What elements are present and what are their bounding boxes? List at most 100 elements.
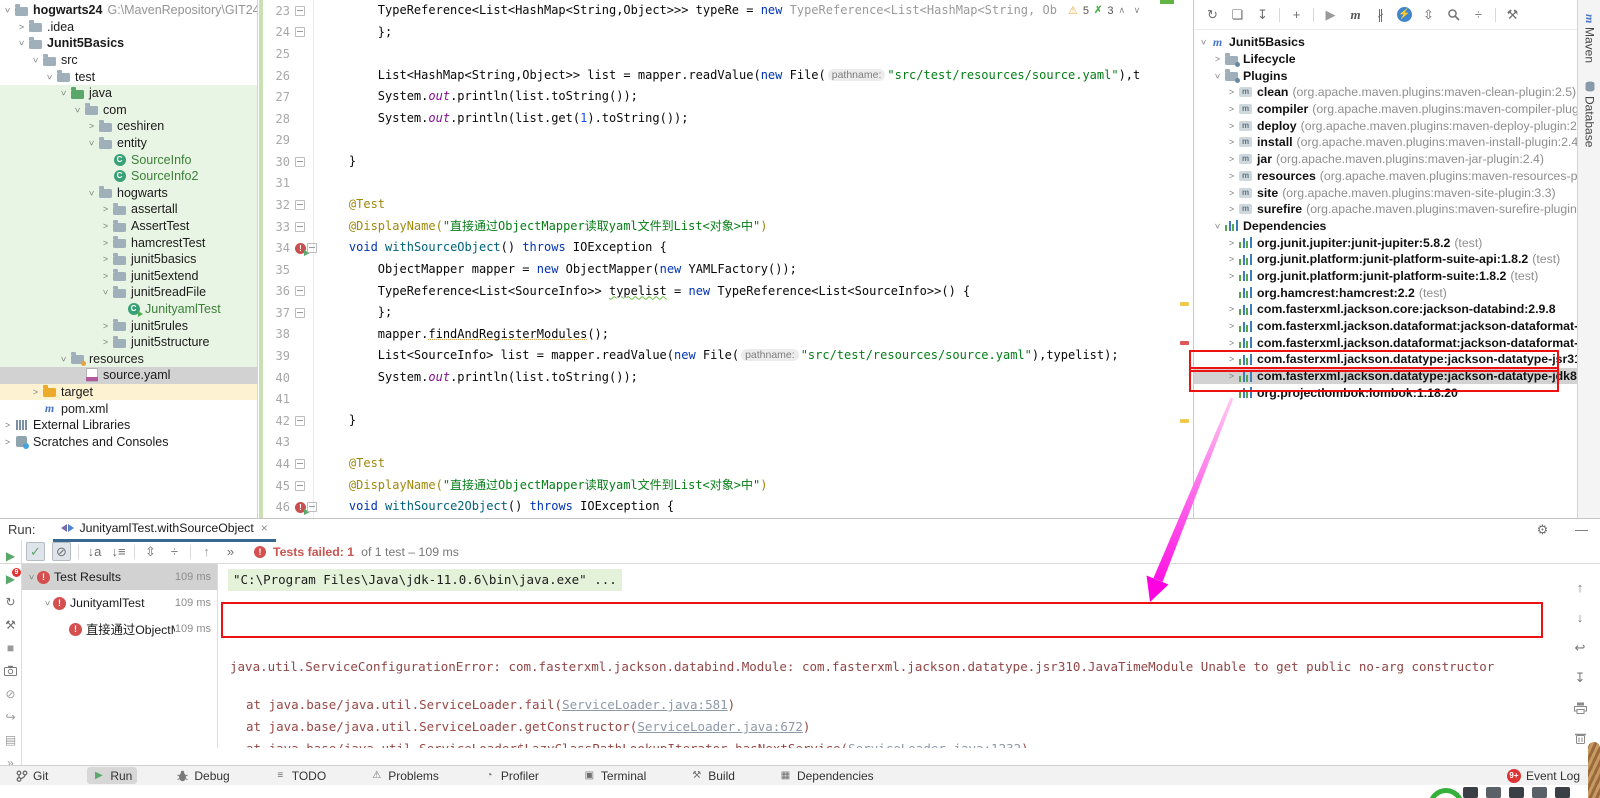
maven-tree-item[interactable]: > m deploy (org.apache.maven.plugins:maven-… <box>1194 117 1577 134</box>
fold-icon[interactable] <box>307 243 317 254</box>
editor-line[interactable]: 32 @Test <box>258 194 1192 216</box>
project-tree-item[interactable]: > ceshiren <box>0 118 257 135</box>
chevron-down-icon[interactable]: > <box>59 353 69 364</box>
chevron-right-icon[interactable]: > <box>1226 354 1237 364</box>
editor-line[interactable]: 28 System.out.println(list.get(1).toStri… <box>258 108 1192 130</box>
project-tree-item[interactable]: > .idea <box>0 19 257 36</box>
download-sources-icon[interactable]: ↧ <box>1254 6 1271 23</box>
project-tree-item[interactable]: C SourceInfo2 <box>0 167 257 185</box>
collapse-all-icon[interactable]: ÷ <box>166 543 183 560</box>
chevron-right-icon[interactable]: > <box>1226 338 1237 348</box>
chevron-right-icon[interactable]: > <box>1226 238 1237 248</box>
more-options-icon[interactable]: » <box>222 543 239 560</box>
todo-icon[interactable]: ≡ <box>274 769 287 782</box>
fold-icon[interactable] <box>295 27 305 38</box>
git-icon[interactable] <box>15 769 28 782</box>
close-icon[interactable]: × <box>261 521 268 535</box>
editor-line[interactable]: 36 TypeReference<List<SourceInfo>> typel… <box>258 281 1192 303</box>
maven-tree-item[interactable]: > m jar (org.apache.maven.plugins:maven-jar… <box>1194 151 1577 168</box>
chevron-right-icon[interactable]: > <box>1226 137 1237 147</box>
chevron-right-icon[interactable]: > <box>1226 104 1237 114</box>
editor-line[interactable]: 43 <box>258 432 1192 454</box>
minimize-icon[interactable]: — <box>1573 521 1590 538</box>
editor-line[interactable]: 35 ObjectMapper mapper = new ObjectMappe… <box>258 259 1192 281</box>
execute-maven-goal-icon[interactable]: m <box>1347 6 1364 23</box>
sort-alphabetically-icon[interactable]: ↓a <box>86 543 103 560</box>
down-icon[interactable]: ↓ <box>1572 609 1589 626</box>
rerun-failed-tests-icon[interactable]: ▶ 9 <box>3 568 21 586</box>
previous-failed-test-icon[interactable]: ↑ <box>198 543 215 560</box>
editor-line[interactable]: 29 <box>258 129 1192 151</box>
project-tree-item[interactable]: > test <box>0 68 257 85</box>
profiler-icon[interactable]: ◔ <box>483 769 496 782</box>
chevron-right-icon[interactable]: > <box>100 221 111 231</box>
scrollbar-warning-mark[interactable] <box>1180 419 1189 423</box>
fold-icon[interactable] <box>295 415 305 426</box>
editor-line[interactable]: 38 mapper.findAndRegisterModules(); <box>258 324 1192 346</box>
toggle-offline-mode-icon[interactable]: ⚡ <box>1397 7 1412 22</box>
test-failed-run-icon[interactable]: ! <box>295 242 310 256</box>
maven-tree-item[interactable]: > com.fasterxml.jackson.dataformat:jackso… <box>1194 318 1577 335</box>
chevron-right-icon[interactable]: > <box>30 387 41 397</box>
editor-line[interactable]: 27 System.out.println(list.toString()); <box>258 86 1192 108</box>
project-tree-item[interactable]: > External Libraries <box>0 417 257 434</box>
editor-line[interactable]: 23 TypeReference<List<HashMap<String,Obj… <box>258 0 1192 22</box>
next-prev-problem-icons[interactable]: ∧ ∨ <box>1119 5 1144 16</box>
editor-line[interactable]: 30 } <box>258 151 1192 173</box>
project-tree-item[interactable]: m pom.xml <box>0 400 257 417</box>
fold-icon[interactable] <box>307 502 317 513</box>
editor-line[interactable]: 37 }; <box>258 302 1192 324</box>
maven-tree-item[interactable]: > m resources (org.apache.maven.plugins:mav… <box>1194 168 1577 185</box>
tool-window-button-problems[interactable]: ⚠ Problems <box>365 767 444 784</box>
editor-line[interactable]: 41 <box>258 388 1192 410</box>
project-tree-item[interactable]: > src <box>0 52 257 69</box>
tool-window-button-dependencies[interactable]: ▦ Dependencies <box>774 767 879 784</box>
project-tree-item[interactable]: > resources <box>0 350 257 368</box>
search-icon[interactable] <box>1445 6 1462 23</box>
tool-window-button-terminal[interactable]: ▣ Terminal <box>578 767 651 784</box>
chevron-right-icon[interactable]: > <box>1226 188 1237 198</box>
toggle-auto-test-icon[interactable]: ↻ <box>3 594 18 609</box>
collapse-all-icon[interactable]: ÷ <box>1470 6 1487 23</box>
editor-lines[interactable]: 23 TypeReference<List<HashMap<String,Obj… <box>258 0 1192 518</box>
ime-button[interactable] <box>1463 787 1478 798</box>
maven-tree-item[interactable]: > com.fasterxml.jackson.core:jackson-data… <box>1194 301 1577 318</box>
editor-line[interactable]: 42 } <box>258 410 1192 432</box>
project-tree-item[interactable]: source.yaml <box>0 367 257 384</box>
inspection-widget[interactable]: ⚠ 5 ✗ 3 ∧ ∨ <box>1064 2 1148 19</box>
tool-window-button-profiler[interactable]: ◔ Profiler <box>478 767 544 784</box>
clear-all-icon[interactable] <box>1572 729 1589 746</box>
fold-icon[interactable] <box>295 480 305 491</box>
run-maven-goal-icon[interactable]: ▶ <box>1322 6 1339 23</box>
maven-tree-item[interactable]: > org.junit.platform:junit-platform-suite… <box>1194 251 1577 268</box>
chevron-right-icon[interactable]: > <box>1226 204 1237 214</box>
tool-window-button-todo[interactable]: ≡ TODO <box>269 767 331 784</box>
event-log-button[interactable]: 9+ Event Log <box>1506 768 1580 783</box>
chevron-right-icon[interactable]: > <box>1226 171 1237 181</box>
editor-line[interactable]: 33 @DisplayName("直接通过ObjectMapper读取yaml文… <box>258 216 1192 238</box>
tool-window-button-git[interactable]: Git <box>10 767 53 784</box>
stop-icon[interactable]: ■ <box>3 640 18 655</box>
sort-by-duration-icon[interactable]: ↓≡ <box>110 543 127 560</box>
project-tree-item[interactable]: > junit5structure <box>0 333 257 351</box>
chevron-down-icon[interactable]: > <box>1213 220 1223 231</box>
editor-line[interactable]: 40 System.out.println(list.toString()); <box>258 367 1192 389</box>
fold-icon[interactable] <box>295 5 305 16</box>
chevron-right-icon[interactable]: > <box>86 121 97 131</box>
chevron-right-icon[interactable]: > <box>100 238 111 248</box>
add-maven-project-icon[interactable]: + <box>1288 6 1305 23</box>
expand-all-icon[interactable]: ⇳ <box>142 543 159 560</box>
chevron-right-icon[interactable]: > <box>1226 87 1237 97</box>
dependencies-icon[interactable]: ▦ <box>779 769 792 782</box>
project-tree-item[interactable]: > com <box>0 101 257 119</box>
tool-tab-database[interactable]: Database <box>1583 81 1597 148</box>
project-tree-item[interactable]: > junit5extend <box>0 267 257 285</box>
project-tree-item[interactable]: > java <box>0 84 257 102</box>
chevron-down-icon[interactable]: > <box>3 5 13 16</box>
editor-line[interactable]: 46! void withSource2Object() throws IOEx… <box>258 496 1192 518</box>
problems-icon[interactable]: ⚠ <box>370 769 383 782</box>
maven-settings-icon[interactable]: ⚒ <box>1504 6 1521 23</box>
chevron-right-icon[interactable]: > <box>100 254 111 264</box>
project-tree-item[interactable]: C JunityamlTest <box>0 300 257 318</box>
tool-window-button-run[interactable]: ▶ Run <box>87 767 138 784</box>
